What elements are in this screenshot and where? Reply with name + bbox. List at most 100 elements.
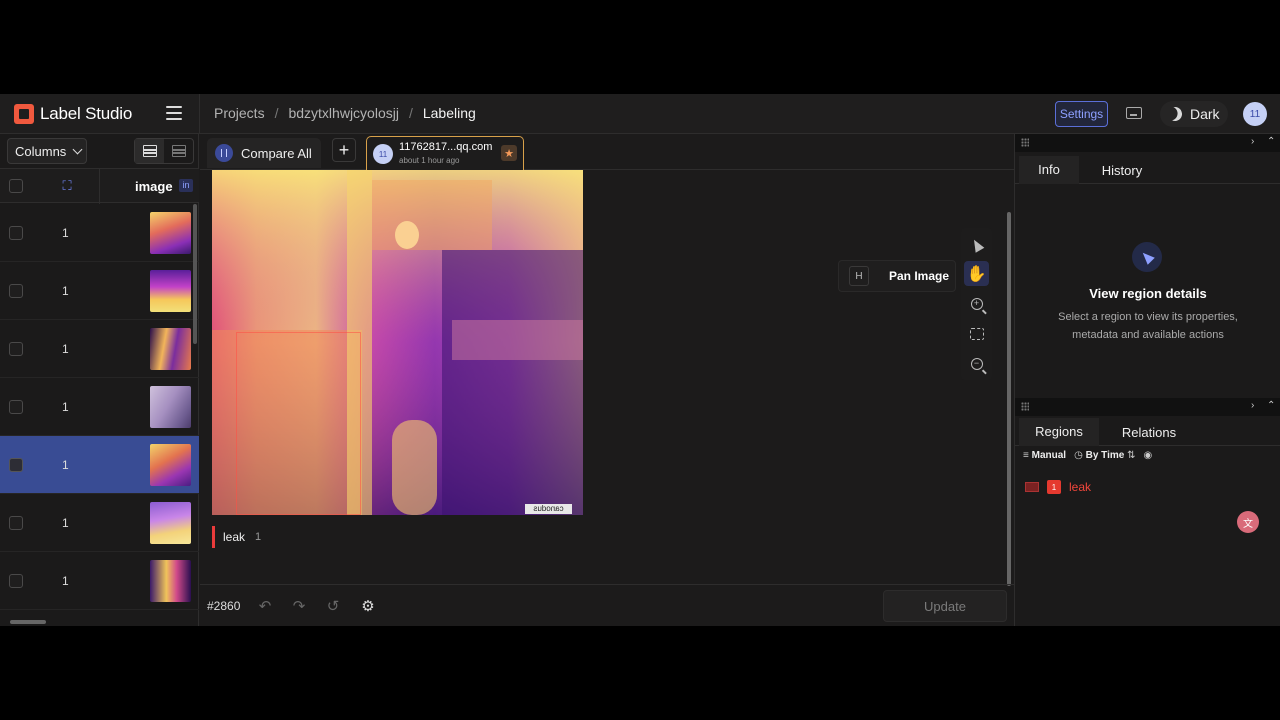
pan-tool[interactable]: ✋ xyxy=(964,261,989,286)
cursor-icon xyxy=(969,236,984,253)
add-annotation-button[interactable]: + xyxy=(332,138,356,162)
logo-icon xyxy=(14,104,34,124)
undo-icon[interactable]: ↶ xyxy=(256,597,274,615)
tab-info[interactable]: Info xyxy=(1019,156,1079,184)
row-checkbox[interactable] xyxy=(9,284,23,298)
canvas-scrollbar[interactable] xyxy=(1007,212,1011,586)
row-thumbnail xyxy=(150,386,191,428)
hotkey-badge: H xyxy=(849,266,869,286)
zoom-fit-tool[interactable] xyxy=(964,321,989,346)
compare-all-label: Compare All xyxy=(241,145,312,161)
zoom-in-tool[interactable]: + xyxy=(964,291,989,316)
keyboard-shortcuts-icon[interactable] xyxy=(1126,107,1142,119)
image-column-header[interactable]: image xyxy=(135,179,173,194)
settings-button[interactable]: Settings xyxy=(1055,101,1108,127)
thermal-image[interactable]: canodus xyxy=(212,170,583,515)
time-sort-label: By Time xyxy=(1085,450,1125,461)
manual-sort-button[interactable]: ≡ Manual xyxy=(1023,450,1066,461)
visibility-eye-icon[interactable]: ◉ xyxy=(1144,450,1153,461)
breadcrumb-projects[interactable]: Projects xyxy=(214,105,265,121)
tab-relations[interactable]: Relations xyxy=(1111,418,1187,446)
regions-panel-header[interactable]: › ⌃ xyxy=(1015,398,1280,416)
select-all-checkbox[interactable] xyxy=(9,179,23,193)
zoom-out-tool[interactable]: − xyxy=(964,351,989,376)
row-thumbnail xyxy=(150,502,191,544)
divider xyxy=(199,94,200,134)
horizontal-scrollbar[interactable] xyxy=(4,620,190,624)
drag-handle-icon[interactable] xyxy=(1021,138,1029,147)
reset-icon[interactable]: ↺ xyxy=(324,597,342,615)
view-toggle xyxy=(134,138,194,164)
annotation-tabs: Compare All + 11 11762817...qq.com about… xyxy=(200,134,1014,170)
translate-icon[interactable]: 文 xyxy=(1237,511,1259,533)
list-view-button[interactable] xyxy=(135,139,164,163)
breadcrumb: Projects / bdzytxlhwjcyolosjj / Labeling xyxy=(214,105,476,121)
table-row[interactable]: 1 xyxy=(0,494,199,552)
expand-icon[interactable]: › xyxy=(1251,400,1254,411)
row-thumbnail xyxy=(150,212,191,254)
region-bounding-box[interactable] xyxy=(236,332,361,515)
grid-view-button[interactable] xyxy=(164,139,193,163)
row-checkbox[interactable] xyxy=(9,458,23,472)
table-row-selected[interactable]: 1 xyxy=(0,436,199,494)
region-list-item[interactable]: 1 leak xyxy=(1025,480,1091,494)
table-row[interactable]: 1 xyxy=(0,262,199,320)
manual-sort-label: Manual xyxy=(1031,450,1067,461)
star-icon[interactable]: ★ xyxy=(501,145,517,161)
row-value: 1 xyxy=(62,226,69,240)
moon-icon xyxy=(1166,105,1184,123)
right-sidebar: › ⌃ Info History View region details Sel… xyxy=(1014,134,1280,626)
fit-icon xyxy=(969,327,984,340)
region-sort-controls: ≡ Manual ◷ By Time ⇅ ◉ xyxy=(1023,450,1152,461)
logo[interactable]: Label Studio xyxy=(14,103,132,125)
select-tool[interactable] xyxy=(964,232,989,257)
info-panel-header[interactable]: › ⌃ xyxy=(1015,134,1280,152)
columns-icon[interactable]: ⛶ xyxy=(60,179,74,193)
task-id: #2860 xyxy=(207,599,241,613)
compare-all-tab[interactable]: Compare All xyxy=(207,138,321,168)
vertical-scrollbar[interactable] xyxy=(193,204,197,344)
image-canvas[interactable]: canodus leak 1 H Pan Image ✋ + − xyxy=(200,170,1012,586)
chevron-down-icon xyxy=(72,144,83,154)
annotation-tab[interactable]: 11 11762817...qq.com about 1 hour ago ★ xyxy=(366,136,524,170)
collapse-icon[interactable]: ⌃ xyxy=(1267,136,1275,147)
settings-sliders-icon[interactable]: ⚙ xyxy=(359,597,377,615)
columns-dropdown[interactable]: Columns xyxy=(7,138,87,164)
table-row[interactable]: 1 xyxy=(0,552,199,610)
app-window: Label Studio Projects / bdzytxlhwjcyolos… xyxy=(0,94,1280,626)
expand-icon[interactable]: › xyxy=(1251,136,1254,147)
labeling-area: Compare All + 11 11762817...qq.com about… xyxy=(200,134,1014,626)
columns-label: Columns xyxy=(15,143,67,159)
theme-toggle[interactable]: Dark xyxy=(1160,101,1228,127)
table-row[interactable]: 1 xyxy=(0,204,199,262)
region-color-icon xyxy=(1025,482,1039,492)
redo-icon[interactable]: ↷ xyxy=(290,597,308,615)
time-sort-button[interactable]: ◷ By Time ⇅ xyxy=(1074,450,1135,461)
label-chip-leak[interactable]: leak 1 xyxy=(212,526,269,548)
annotator-name: 11762817...qq.com xyxy=(399,141,493,153)
collapse-icon[interactable]: ⌃ xyxy=(1267,400,1275,411)
row-checkbox[interactable] xyxy=(9,574,23,588)
row-value: 1 xyxy=(62,400,69,414)
row-checkbox[interactable] xyxy=(9,342,23,356)
user-avatar[interactable]: 11 xyxy=(1243,102,1267,126)
row-checkbox[interactable] xyxy=(9,516,23,530)
tab-history[interactable]: History xyxy=(1089,156,1155,184)
update-button[interactable]: Update xyxy=(883,590,1007,622)
column-divider xyxy=(99,169,100,204)
menu-icon[interactable] xyxy=(166,106,182,120)
breadcrumb-project[interactable]: bdzytxlhwjcyolosjj xyxy=(288,105,398,121)
zoom-in-icon: + xyxy=(970,297,983,310)
table-row[interactable]: 1 xyxy=(0,320,199,378)
image-watermark: canodus xyxy=(525,504,572,514)
row-checkbox[interactable] xyxy=(9,400,23,414)
hand-icon: ✋ xyxy=(966,265,987,283)
label-count: 1 xyxy=(255,531,262,543)
label-name: leak xyxy=(223,530,246,544)
grid-view-icon xyxy=(171,145,186,157)
theme-label: Dark xyxy=(1190,106,1220,122)
row-checkbox[interactable] xyxy=(9,226,23,240)
drag-handle-icon[interactable] xyxy=(1021,402,1029,411)
table-row[interactable]: 1 xyxy=(0,378,199,436)
tab-regions[interactable]: Regions xyxy=(1019,418,1099,446)
